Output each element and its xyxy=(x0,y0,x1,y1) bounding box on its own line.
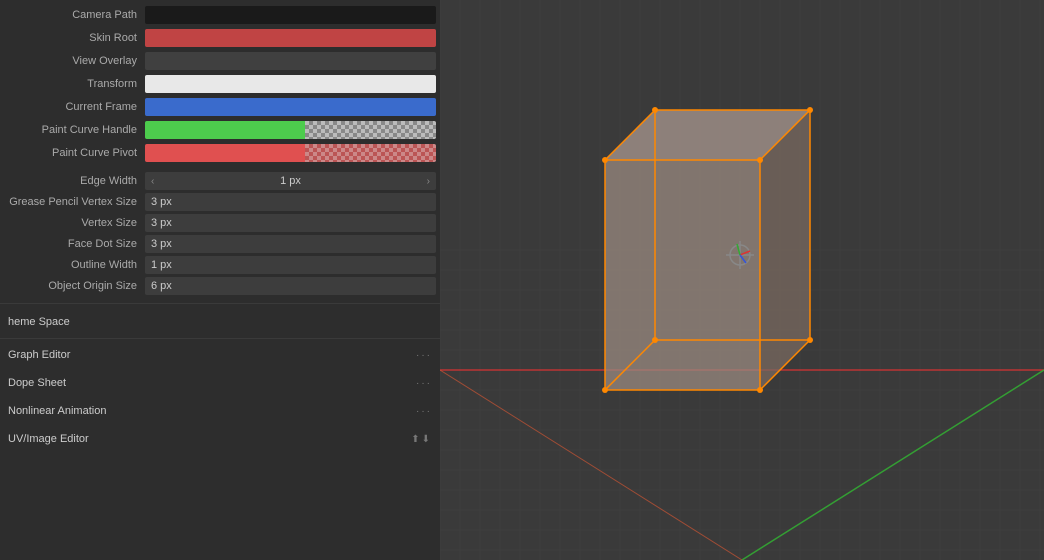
paint-curve-handle-swatch[interactable] xyxy=(145,121,436,139)
edge-width-row: Edge Width ‹ 1 px › xyxy=(0,171,440,191)
current-frame-label: Current Frame xyxy=(0,101,145,113)
outline-width-label: Outline Width xyxy=(0,259,145,271)
transform-swatch[interactable] xyxy=(145,75,436,93)
camera-path-swatch[interactable] xyxy=(145,6,436,24)
object-origin-size-row: Object Origin Size 6 px xyxy=(0,276,440,296)
camera-path-label: Camera Path xyxy=(0,9,145,21)
theme-space-label: heme Space xyxy=(8,316,70,328)
nonlinear-animation-item[interactable]: Nonlinear Animation ··· xyxy=(0,397,440,425)
object-origin-size-field[interactable]: 6 px xyxy=(145,277,436,295)
paint-curve-pivot-label: Paint Curve Pivot xyxy=(0,147,145,159)
theme-section: heme Space Graph Editor ··· Dope Sheet ·… xyxy=(0,303,440,457)
paint-curve-handle-row: Paint Curve Handle xyxy=(0,119,440,141)
graph-editor-label: Graph Editor xyxy=(8,349,70,361)
vertex-size-field[interactable]: 3 px xyxy=(145,214,436,232)
paint-curve-handle-left xyxy=(145,121,305,139)
color-rows-section: Camera Path Skin Root View Overlay Trans… xyxy=(0,0,440,169)
edge-width-field[interactable]: ‹ 1 px › xyxy=(145,172,436,190)
paint-curve-pivot-left xyxy=(145,144,305,162)
grease-pencil-vertex-size-field[interactable]: 3 px xyxy=(145,193,436,211)
paint-curve-pivot-right-checker xyxy=(305,144,436,162)
theme-space-item[interactable]: heme Space xyxy=(0,308,440,336)
dope-sheet-item[interactable]: Dope Sheet ··· xyxy=(0,369,440,397)
nonlinear-animation-label: Nonlinear Animation xyxy=(8,405,106,417)
paint-curve-handle-right-checker xyxy=(305,121,436,139)
skin-root-row: Skin Root xyxy=(0,27,440,49)
paint-curve-handle-label: Paint Curve Handle xyxy=(0,124,145,136)
current-frame-row: Current Frame xyxy=(0,96,440,118)
vertex-size-value: 3 px xyxy=(151,217,172,229)
camera-path-row: Camera Path xyxy=(0,4,440,26)
graph-editor-item[interactable]: Graph Editor ··· xyxy=(0,341,440,369)
paint-curve-pivot-swatch[interactable] xyxy=(145,144,436,162)
face-dot-size-value: 3 px xyxy=(151,238,172,250)
number-rows-section: Edge Width ‹ 1 px › Grease Pencil Vertex… xyxy=(0,169,440,299)
dope-sheet-dots: ··· xyxy=(416,378,432,389)
view-overlay-label: View Overlay xyxy=(0,55,145,67)
outline-width-value: 1 px xyxy=(151,259,172,271)
face-dot-size-field[interactable]: 3 px xyxy=(145,235,436,253)
outline-width-field[interactable]: 1 px xyxy=(145,256,436,274)
dope-sheet-label: Dope Sheet xyxy=(8,377,66,389)
object-origin-size-value: 6 px xyxy=(151,280,172,292)
grease-pencil-vertex-size-value: 3 px xyxy=(151,196,172,208)
edge-width-left-arrow: ‹ xyxy=(151,176,154,187)
viewport-grid-svg xyxy=(440,0,1044,560)
uv-image-editor-label: UV/Image Editor xyxy=(8,433,89,445)
paint-curve-pivot-row: Paint Curve Pivot xyxy=(0,142,440,164)
object-origin-size-label: Object Origin Size xyxy=(0,280,145,292)
separator-1 xyxy=(0,338,440,339)
transform-label: Transform xyxy=(0,78,145,90)
skin-root-label: Skin Root xyxy=(0,32,145,44)
nonlinear-animation-dots: ··· xyxy=(416,406,432,417)
vertex-size-row: Vertex Size 3 px xyxy=(0,213,440,233)
uv-image-editor-item[interactable]: UV/Image Editor ⬆⬇ xyxy=(0,425,440,453)
uv-image-editor-dots: ⬆⬇ xyxy=(411,434,432,445)
grease-pencil-vertex-size-label: Grease Pencil Vertex Size xyxy=(0,196,145,208)
face-dot-size-label: Face Dot Size xyxy=(0,238,145,250)
edge-width-right-arrow: › xyxy=(427,176,430,187)
skin-root-swatch[interactable] xyxy=(145,29,436,47)
left-panel: Camera Path Skin Root View Overlay Trans… xyxy=(0,0,440,560)
view-overlay-row: View Overlay xyxy=(0,50,440,72)
view-overlay-swatch[interactable] xyxy=(145,52,436,70)
viewport[interactable] xyxy=(440,0,1044,560)
vertex-size-label: Vertex Size xyxy=(0,217,145,229)
edge-width-label: Edge Width xyxy=(0,175,145,187)
edge-width-value: 1 px xyxy=(280,175,301,187)
outline-width-row: Outline Width 1 px xyxy=(0,255,440,275)
graph-editor-dots: ··· xyxy=(416,350,432,361)
grease-pencil-vertex-size-row: Grease Pencil Vertex Size 3 px xyxy=(0,192,440,212)
face-dot-size-row: Face Dot Size 3 px xyxy=(0,234,440,254)
current-frame-swatch[interactable] xyxy=(145,98,436,116)
transform-row: Transform xyxy=(0,73,440,95)
